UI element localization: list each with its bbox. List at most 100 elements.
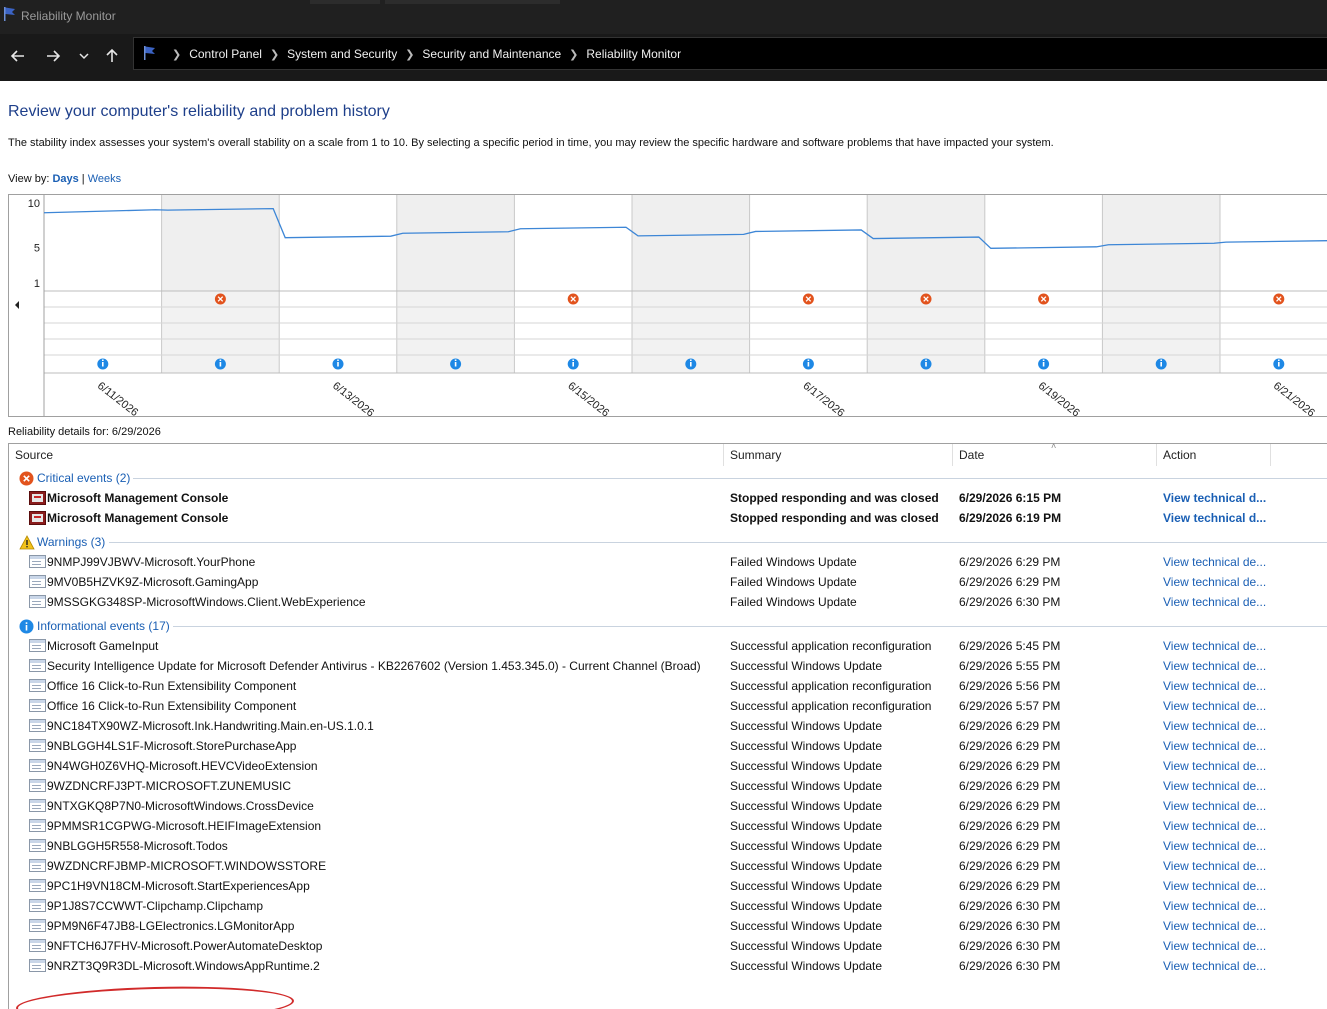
row-source: 9MV0B5HZVK9Z-Microsoft.GamingApp bbox=[47, 575, 259, 589]
column-header-source[interactable]: Source bbox=[15, 448, 53, 462]
info-event-i-icon bbox=[925, 359, 927, 361]
view-technical-details-link[interactable]: View technical de... bbox=[1163, 779, 1266, 793]
view-technical-details-link[interactable]: View technical de... bbox=[1163, 639, 1266, 653]
table-row[interactable]: Security Intelligence Update for Microso… bbox=[9, 656, 1327, 676]
row-source: 9N4WGH0Z6VHQ-Microsoft.HEVCVideoExtensio… bbox=[47, 759, 318, 773]
up-arrow-icon bbox=[106, 48, 118, 62]
table-row[interactable]: 9NBLGGH5R558-Microsoft.Todos Successful W… bbox=[9, 836, 1327, 856]
view-technical-details-link[interactable]: View technical de... bbox=[1163, 879, 1266, 893]
table-row[interactable]: 9MSSGKG348SP-MicrosoftWindows.Client.Web… bbox=[9, 592, 1327, 612]
row-source: 9NBLGGH4LS1F-Microsoft.StorePurchaseApp bbox=[47, 739, 297, 753]
column-header-summary[interactable]: Summary bbox=[730, 448, 781, 462]
view-technical-details-link[interactable]: View technical de... bbox=[1163, 699, 1266, 713]
table-row[interactable]: Microsoft Management Console Stopped resp… bbox=[9, 508, 1327, 528]
y-tick-label: 10 bbox=[28, 198, 40, 210]
view-technical-details-link[interactable]: View technical de... bbox=[1163, 939, 1266, 953]
tab-strip bbox=[385, 0, 560, 4]
view-technical-details-link[interactable]: View technical de... bbox=[1163, 959, 1266, 973]
scroll-left-icon[interactable] bbox=[15, 301, 19, 309]
info-event-i-icon bbox=[572, 359, 574, 361]
view-by-label: View by: bbox=[8, 173, 50, 185]
table-row[interactable]: 9NRZT3Q9R3DL-Microsoft.WindowsAppRuntime… bbox=[9, 956, 1327, 976]
breadcrumb-system-and-security[interactable]: System and Security bbox=[287, 47, 397, 61]
y-tick-label: 1 bbox=[34, 278, 40, 290]
view-technical-details-link[interactable]: View technical de... bbox=[1163, 759, 1266, 773]
group-label[interactable]: Critical events (2) bbox=[37, 471, 130, 485]
view-by-weeks-link[interactable]: Weeks bbox=[88, 173, 121, 185]
column-divider[interactable] bbox=[1156, 444, 1157, 466]
table-row[interactable]: 9N4WGH0Z6VHQ-Microsoft.HEVCVideoExtensio… bbox=[9, 756, 1327, 776]
info-event-i-icon bbox=[454, 359, 457, 361]
group-header-critical[interactable]: Critical events (2) bbox=[9, 468, 1327, 488]
table-row[interactable]: 9WZDNCRFJBMP-MICROSOFT.WINDOWSSTORE Succe… bbox=[9, 856, 1327, 876]
sort-ascending-icon: ˄ bbox=[1051, 441, 1057, 451]
view-technical-details-link[interactable]: View technical de... bbox=[1163, 679, 1266, 693]
group-header-warning[interactable]: Warnings (3) bbox=[9, 532, 1327, 552]
table-row[interactable]: 9NC184TX90WZ-Microsoft.Ink.Handwriting.M… bbox=[9, 716, 1327, 736]
row-source: 9NBLGGH5R558-Microsoft.Todos bbox=[47, 839, 228, 853]
view-technical-details-link[interactable]: View technical d... bbox=[1163, 491, 1266, 505]
view-technical-details-link[interactable]: View technical de... bbox=[1163, 659, 1266, 673]
group-label[interactable]: Informational events (17) bbox=[37, 619, 170, 633]
warning-icon bbox=[19, 535, 35, 553]
row-summary: Successful application reconfiguration bbox=[730, 679, 932, 693]
table-row[interactable]: 9NBLGGH4LS1F-Microsoft.StorePurchaseApp S… bbox=[9, 736, 1327, 756]
column-divider[interactable] bbox=[952, 444, 953, 466]
table-row[interactable]: 9PC1H9VN18CM-Microsoft.StartExperiencesA… bbox=[9, 876, 1327, 896]
view-technical-details-link[interactable]: View technical de... bbox=[1163, 739, 1266, 753]
row-date: 6/29/2026 5:55 PM bbox=[959, 659, 1061, 673]
view-by: View by: Days | Weeks bbox=[8, 173, 121, 185]
app-window-icon bbox=[29, 879, 46, 893]
table-row[interactable]: 9P1J8S7CCWWT-Clipchamp.Clipchamp Successf… bbox=[9, 896, 1327, 916]
table-row[interactable]: Microsoft Management Console Stopped resp… bbox=[9, 488, 1327, 508]
row-source: 9WZDNCRFJBMP-MICROSOFT.WINDOWSSTORE bbox=[47, 859, 327, 873]
table-row[interactable]: 9NMPJ99VJBWV-Microsoft.YourPhone Failed W… bbox=[9, 552, 1327, 572]
view-technical-details-link[interactable]: View technical de... bbox=[1163, 719, 1266, 733]
view-technical-details-link[interactable]: View technical de... bbox=[1163, 919, 1266, 933]
recent-locations-button[interactable] bbox=[72, 44, 96, 68]
app-window-icon bbox=[29, 939, 46, 953]
view-technical-details-link[interactable]: View technical de... bbox=[1163, 899, 1266, 913]
table-row[interactable]: Office 16 Click-to-Run Extensibility Com… bbox=[9, 676, 1327, 696]
stability-chart[interactable]: 10 5 1 6/11/2026 6/13/2026 6/15/2026 6/17/2026… bbox=[8, 194, 1327, 417]
row-source: 9P1J8S7CCWWT-Clipchamp.Clipchamp bbox=[47, 899, 264, 913]
view-by-days-link[interactable]: Days bbox=[52, 173, 78, 185]
view-technical-details-link[interactable]: View technical de... bbox=[1163, 799, 1266, 813]
view-technical-details-link[interactable]: View technical de... bbox=[1163, 595, 1266, 609]
table-row[interactable]: Microsoft GameInput Successful applicatio… bbox=[9, 636, 1327, 656]
row-summary: Successful Windows Update bbox=[730, 759, 883, 773]
column-divider[interactable] bbox=[1270, 444, 1271, 466]
date-label: 6/21/2026 bbox=[1271, 380, 1317, 417]
view-technical-details-link[interactable]: View technical de... bbox=[1163, 859, 1266, 873]
view-technical-details-link[interactable]: View technical d... bbox=[1163, 511, 1266, 525]
forward-button[interactable] bbox=[41, 44, 65, 68]
table-row[interactable]: 9NTXGKQ8P7N0-MicrosoftWindows.CrossDevic… bbox=[9, 796, 1327, 816]
view-technical-details-link[interactable]: View technical de... bbox=[1163, 839, 1266, 853]
breadcrumb-security-and-maintenance[interactable]: Security and Maintenance bbox=[422, 47, 561, 61]
date-label: 6/15/2026 bbox=[565, 380, 611, 417]
column-divider[interactable] bbox=[723, 444, 724, 466]
view-technical-details-link[interactable]: View technical de... bbox=[1163, 819, 1266, 833]
table-row[interactable]: Office 16 Click-to-Run Extensibility Com… bbox=[9, 696, 1327, 716]
row-source: Office 16 Click-to-Run Extensibility Com… bbox=[47, 679, 297, 693]
group-divider bbox=[109, 542, 1327, 543]
up-button[interactable] bbox=[100, 44, 124, 68]
breadcrumb-reliability-monitor[interactable]: Reliability Monitor bbox=[586, 47, 681, 61]
table-row[interactable]: 9MV0B5HZVK9Z-Microsoft.GamingApp Failed W… bbox=[9, 572, 1327, 592]
breadcrumb-control-panel[interactable]: Control Panel bbox=[189, 47, 262, 61]
table-row[interactable]: 9WZDNCRFJ3PT-MICROSOFT.ZUNEMUSIC Successf… bbox=[9, 776, 1327, 796]
group-header-info[interactable]: Informational events (17) bbox=[9, 616, 1327, 636]
group-label[interactable]: Warnings (3) bbox=[37, 535, 105, 549]
back-button[interactable] bbox=[6, 44, 30, 68]
row-date: 6/29/2026 5:56 PM bbox=[959, 679, 1061, 693]
table-row[interactable]: 9PMMSR1CGPWG-Microsoft.HEIFImageExtensio… bbox=[9, 816, 1327, 836]
app-window-icon bbox=[29, 779, 46, 793]
view-technical-details-link[interactable]: View technical de... bbox=[1163, 575, 1266, 589]
row-date: 6/29/2026 6:15 PM bbox=[959, 491, 1062, 505]
table-row[interactable]: 9PM9N6F47JB8-LGElectronics.LGMonitorApp S… bbox=[9, 916, 1327, 936]
column-header-date[interactable]: Date bbox=[959, 448, 984, 462]
table-row[interactable]: 9NFTCH6J7FHV-Microsoft.PowerAutomateDesk… bbox=[9, 936, 1327, 956]
view-technical-details-link[interactable]: View technical de... bbox=[1163, 555, 1266, 569]
column-header-action[interactable]: Action bbox=[1163, 448, 1196, 462]
address-bar[interactable]: ❯ Control Panel ❯ System and Security ❯ Secur… bbox=[133, 37, 1327, 70]
